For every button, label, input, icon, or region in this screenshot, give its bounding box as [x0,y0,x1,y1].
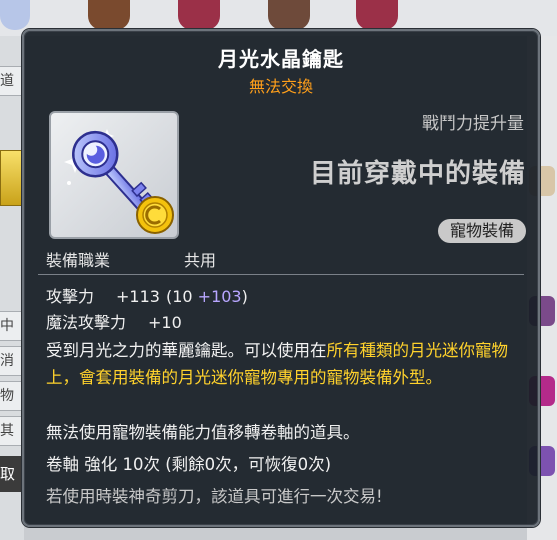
bottom-left-button[interactable]: 取 [0,456,24,492]
gold-slot-icon [0,150,24,206]
divider [38,274,524,275]
stat-name: 攻擊力 [46,287,95,306]
gold-coin-icon [136,196,174,234]
item-icon-frame [49,111,179,239]
inventory-tab[interactable]: 物 [0,381,23,411]
stat-close: ) [241,287,248,306]
inventory-tab[interactable]: 消 [0,346,23,376]
pet-sprite-icon [268,0,310,30]
inventory-tab[interactable]: 道 [0,66,23,96]
stat-value: +10 [148,313,182,332]
trade-status: 無法交換 [248,77,313,96]
transfer-note: 無法使用寵物裝備能力值移轉卷軸的道具。 [46,423,360,442]
stat-value: +113 [116,287,160,306]
inventory-tab[interactable]: 其 [0,416,23,446]
inventory-tab[interactable]: 中 [0,311,23,341]
scroll-upgrade-info: 卷軸 強化 10次 (剩餘0次，可恢復0次) [46,455,332,474]
description-text: 受到月光之力的華麗鑰匙。可以使用在 [46,341,327,360]
item-sprite-icon [0,0,30,30]
pet-sprite-icon [356,0,398,30]
category-badge: 寵物裝備 [437,219,526,243]
stat-attack: 攻擊力 +113 (10 +103) [46,283,248,307]
item-description: 受到月光之力的華麗鑰匙。可以使用在所有種類的月光迷你寵物上，會套用裝備的月光迷你… [46,337,522,391]
stat-name: 魔法攻擊力 [46,313,127,332]
job-value: 共用 [184,251,217,270]
stat-bonus: +103 [197,287,242,306]
job-label: 裝備職業 [46,251,111,270]
pet-sprite-icon [178,0,220,30]
item-tooltip: 月光水晶鑰匙 無法交換 戰鬥力提升量 目前穿戴中的裝備 寵物裝備 裝備職業 共用… [22,29,540,527]
job-row: 裝備職業 共用 [46,247,216,271]
stat-magic-attack: 魔法攻擊力 +10 [46,309,182,333]
pet-sprite-icon [88,0,130,30]
combat-power-label: 戰鬥力提升量 [422,114,524,134]
stat-base: (10 [165,287,198,306]
equipped-label: 目前穿戴中的裝備 [309,159,526,189]
item-name: 月光水晶鑰匙 [218,47,344,71]
scissors-note: 若使用時裝神奇剪刀，該道具可進行一次交易! [46,487,383,506]
